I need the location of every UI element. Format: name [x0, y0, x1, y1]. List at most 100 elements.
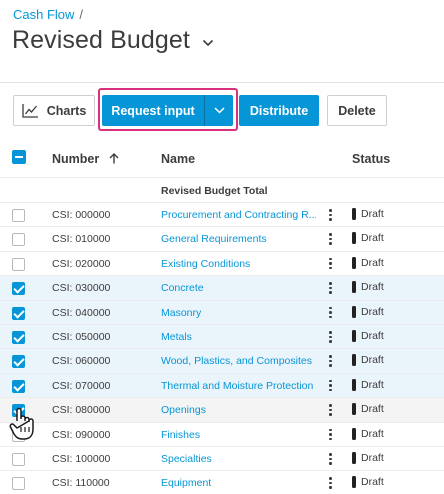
row-number: CSI: 010000 — [52, 233, 111, 246]
distribute-button[interactable]: Distribute — [239, 95, 319, 126]
table-row[interactable]: CSI: 020000 Existing Conditions Draft — [0, 250, 444, 275]
row-number: CSI: 040000 — [52, 306, 111, 319]
status-label: Draft — [361, 403, 384, 416]
status-indicator — [352, 378, 356, 391]
select-all-checkbox[interactable] — [12, 150, 26, 164]
sort-ascending-icon — [109, 153, 119, 164]
status-label: Draft — [361, 330, 384, 342]
table-row[interactable]: CSI: 050000 Metals Draft — [0, 324, 444, 349]
more-options-icon[interactable] — [327, 330, 333, 344]
status-badge: Draft — [352, 403, 384, 416]
table-row[interactable]: CSI: 000000 Procurement and Contracting R… — [0, 202, 444, 226]
row-name-link[interactable]: Concrete — [161, 282, 316, 294]
column-header-name[interactable]: Name — [161, 152, 195, 166]
row-number: CSI: 050000 — [52, 331, 111, 343]
more-options-icon[interactable] — [327, 232, 333, 246]
row-name-link[interactable]: General Requirements — [161, 233, 316, 245]
table-row[interactable]: CSI: 110000 Equipment Draft — [0, 470, 444, 494]
status-label: Draft — [361, 354, 384, 367]
delete-button[interactable]: Delete — [327, 95, 387, 126]
line-chart-icon — [22, 104, 38, 118]
row-name-link[interactable]: Openings — [161, 404, 316, 416]
table-row[interactable]: CSI: 080000 Openings Draft — [0, 397, 444, 422]
more-options-icon[interactable] — [327, 257, 333, 271]
row-name-link[interactable]: Procurement and Contracting R... — [161, 209, 316, 221]
row-checkbox[interactable] — [12, 453, 25, 466]
breadcrumb-separator: / — [79, 7, 84, 22]
status-indicator — [352, 305, 356, 318]
status-badge: Draft — [352, 305, 384, 318]
request-input-button[interactable]: Request input — [102, 95, 204, 126]
row-name-link[interactable]: Specialties — [161, 453, 316, 465]
status-indicator — [352, 330, 356, 342]
row-checkbox[interactable] — [12, 331, 25, 344]
status-indicator — [352, 452, 356, 464]
total-row: Revised Budget Total — [0, 177, 444, 202]
row-number: CSI: 000000 — [52, 209, 111, 221]
table-row[interactable]: CSI: 060000 Wood, Plastics, and Composite… — [0, 348, 444, 373]
charts-button[interactable]: Charts — [13, 95, 95, 126]
row-number: CSI: 080000 — [52, 404, 111, 417]
more-options-icon[interactable] — [327, 476, 333, 490]
row-name-link[interactable]: Thermal and Moisture Protection — [161, 380, 316, 392]
status-badge: Draft — [352, 476, 384, 489]
row-checkbox[interactable] — [12, 233, 25, 247]
breadcrumb: Cash Flow / — [13, 7, 83, 22]
status-badge: Draft — [352, 281, 384, 294]
row-checkbox[interactable] — [12, 282, 25, 296]
more-options-icon[interactable] — [327, 208, 333, 222]
status-badge: Draft — [352, 378, 384, 391]
more-options-icon[interactable] — [327, 403, 333, 417]
more-options-icon[interactable] — [327, 452, 333, 466]
more-options-icon[interactable] — [327, 306, 333, 320]
row-checkbox[interactable] — [12, 209, 25, 222]
table-row[interactable]: CSI: 010000 General Requirements Draft — [0, 226, 444, 250]
status-label: Draft — [361, 281, 384, 294]
column-header-status[interactable]: Status — [352, 152, 390, 166]
status-indicator — [352, 427, 356, 440]
row-name-link[interactable]: Existing Conditions — [161, 258, 316, 270]
hand-cursor-icon — [9, 407, 34, 440]
row-number: CSI: 070000 — [52, 379, 111, 392]
title-row: Revised Budget — [12, 26, 214, 55]
table-row[interactable]: CSI: 090000 Finishes Draft — [0, 421, 444, 446]
status-badge: Draft — [352, 354, 384, 367]
column-header-number[interactable]: Number — [52, 152, 119, 166]
column-number-label: Number — [52, 152, 100, 166]
row-name-link[interactable]: Masonry — [161, 307, 316, 319]
table-row[interactable]: CSI: 100000 Specialties Draft — [0, 446, 444, 470]
more-options-icon[interactable] — [327, 281, 333, 295]
table-header: Number Name Status — [0, 140, 444, 176]
status-indicator — [352, 232, 356, 245]
header-divider — [0, 82, 444, 83]
row-name-link[interactable]: Equipment — [161, 477, 316, 489]
status-indicator — [352, 403, 356, 416]
more-options-icon[interactable] — [327, 379, 333, 393]
row-name-link[interactable]: Wood, Plastics, and Composites — [161, 355, 316, 367]
status-indicator — [352, 256, 356, 269]
chevron-down-icon[interactable] — [202, 39, 214, 47]
more-options-icon[interactable] — [327, 354, 333, 368]
status-badge: Draft — [352, 452, 384, 464]
charts-label: Charts — [46, 103, 87, 118]
status-label: Draft — [361, 476, 384, 489]
breadcrumb-cash-flow-link[interactable]: Cash Flow — [13, 7, 74, 22]
status-indicator — [352, 208, 356, 220]
status-badge: Draft — [352, 208, 384, 220]
table-row[interactable]: CSI: 040000 Masonry Draft — [0, 299, 444, 324]
row-checkbox[interactable] — [12, 477, 25, 491]
more-options-icon[interactable] — [327, 428, 333, 442]
request-input-dropdown-button[interactable] — [204, 95, 233, 126]
row-checkbox[interactable] — [12, 306, 25, 320]
table-row[interactable]: CSI: 030000 Concrete Draft — [0, 275, 444, 300]
table-row[interactable]: CSI: 070000 Thermal and Moisture Protecti… — [0, 372, 444, 398]
row-name-link[interactable]: Metals — [161, 331, 316, 343]
row-checkbox[interactable] — [12, 379, 25, 393]
chevron-down-icon — [213, 107, 225, 114]
page-title: Revised Budget — [12, 26, 190, 54]
row-checkbox[interactable] — [12, 355, 25, 369]
status-badge: Draft — [352, 232, 384, 245]
row-checkbox[interactable] — [12, 257, 25, 271]
row-name-link[interactable]: Finishes — [161, 429, 316, 441]
status-indicator — [352, 354, 356, 367]
